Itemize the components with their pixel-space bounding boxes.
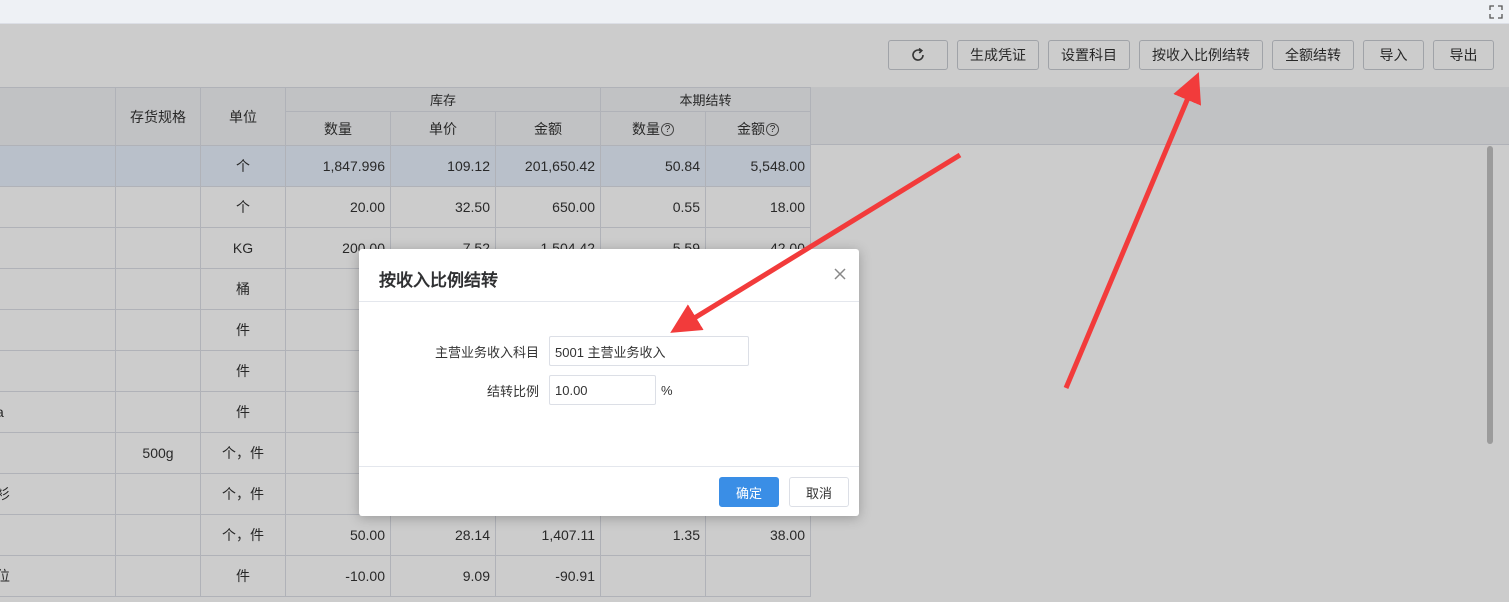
fullscreen-icon[interactable] bbox=[1489, 5, 1503, 19]
window-top-bar bbox=[0, 0, 1509, 24]
close-icon[interactable] bbox=[831, 265, 849, 283]
dialog-title: 按收入比例结转 bbox=[379, 271, 498, 290]
ratio-label: 结转比例 bbox=[486, 383, 539, 399]
account-input[interactable] bbox=[549, 336, 749, 366]
dialog-footer: 确定 取消 bbox=[359, 466, 859, 516]
ratio-input[interactable] bbox=[549, 375, 656, 405]
ratio-row: 结转比例 % bbox=[359, 375, 673, 405]
account-label: 主营业务收入科目 bbox=[434, 344, 539, 360]
income-ratio-dialog: 按收入比例结转 主营业务收入科目 结转比例 % 确定 取消 bbox=[359, 249, 859, 516]
confirm-button[interactable]: 确定 bbox=[719, 477, 779, 507]
account-row: 主营业务收入科目 bbox=[359, 336, 749, 366]
percent-unit: % bbox=[661, 382, 673, 398]
dialog-header: 按收入比例结转 bbox=[359, 249, 859, 302]
cancel-button[interactable]: 取消 bbox=[789, 477, 849, 507]
